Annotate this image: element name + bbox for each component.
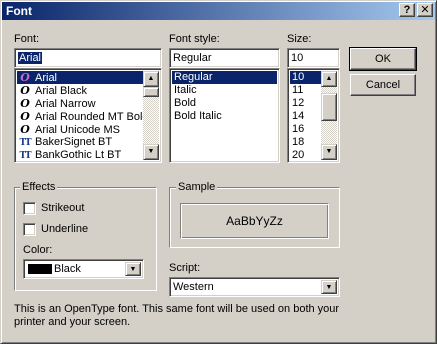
size-input-value: 10 — [291, 52, 304, 64]
color-dropdown[interactable]: Black ▼ — [23, 259, 144, 279]
size-list[interactable]: 10 11 12 14 16 18 20 ▲ ▼ — [287, 68, 340, 163]
strikeout-checkbox[interactable] — [23, 202, 36, 215]
underline-label[interactable]: Underline — [41, 223, 88, 235]
size-label: Size: — [287, 33, 312, 45]
font-style-list-item[interactable]: Bold — [172, 97, 277, 110]
scroll-down-button[interactable]: ▼ — [321, 144, 337, 160]
truetype-icon: TT — [19, 151, 31, 161]
underline-checkbox[interactable] — [23, 223, 36, 236]
font-list-item[interactable]: O Arial Narrow — [17, 97, 159, 110]
font-description: This is an OpenType font. This same font… — [14, 303, 340, 328]
font-list-item-label: Arial — [35, 72, 58, 84]
scroll-up-button[interactable]: ▲ — [321, 71, 337, 87]
sample-title: Sample — [176, 181, 218, 193]
font-list-item[interactable]: O Arial — [17, 71, 159, 84]
opentype-icon: O — [20, 84, 30, 97]
font-list-item[interactable]: TT BakerSignet BT — [17, 136, 159, 149]
font-style-list[interactable]: Regular Italic Bold Bold Italic — [169, 68, 280, 163]
title-bar[interactable]: Font ? ✕ — [0, 0, 437, 20]
arrow-up-icon: ▲ — [147, 75, 155, 82]
font-input[interactable]: Arial — [14, 48, 162, 68]
font-list-item[interactable]: O Arial Black — [17, 84, 159, 97]
script-dropdown-button[interactable]: ▼ — [321, 280, 337, 294]
script-dropdown[interactable]: Western ▼ — [169, 277, 340, 297]
color-value: Black — [54, 263, 81, 275]
opentype-icon: O — [20, 71, 30, 84]
color-dropdown-button[interactable]: ▼ — [125, 262, 141, 276]
font-style-label: Font style: — [169, 33, 220, 45]
scroll-thumb[interactable] — [321, 93, 337, 121]
font-list-item-label: BakerSignet BT — [35, 136, 113, 148]
font-style-list-item[interactable]: Regular — [172, 71, 277, 84]
font-list[interactable]: O Arial O Arial Black O Arial Narrow O Arial Ro… — [14, 68, 162, 163]
scroll-up-button[interactable]: ▲ — [143, 71, 159, 87]
color-swatch — [28, 264, 52, 274]
ok-button[interactable]: OK — [349, 47, 417, 71]
font-list-item-label: BankGothic Lt BT — [35, 149, 122, 161]
cancel-button[interactable]: Cancel — [350, 74, 416, 96]
font-style-list-item[interactable]: Bold Italic — [172, 110, 277, 123]
font-list-scrollbar[interactable]: ▲ ▼ — [143, 71, 159, 160]
font-label: Font: — [14, 33, 40, 45]
size-input[interactable]: 10 — [287, 48, 340, 68]
font-list-item-label: Arial Black — [35, 85, 87, 97]
font-list-item-label: Arial Unicode MS — [35, 124, 120, 136]
font-style-input-value: Regular — [173, 52, 212, 64]
font-list-item[interactable]: O Arial Rounded MT Bold — [17, 110, 159, 123]
opentype-icon: O — [20, 97, 30, 110]
script-value: Western — [173, 281, 214, 293]
font-list-item-label: Arial Narrow — [35, 98, 96, 110]
opentype-icon: O — [20, 123, 30, 136]
window-title: Font — [6, 4, 32, 18]
scroll-down-button[interactable]: ▼ — [143, 144, 159, 160]
help-button[interactable]: ? — [399, 3, 415, 17]
font-input-value: Arial — [18, 52, 43, 64]
font-style-list-item[interactable]: Italic — [172, 84, 277, 97]
script-label: Script: — [169, 262, 201, 274]
strikeout-label[interactable]: Strikeout — [41, 202, 84, 214]
opentype-icon: O — [20, 110, 30, 123]
scroll-thumb[interactable] — [143, 87, 159, 97]
arrow-down-icon: ▼ — [147, 148, 155, 155]
chevron-down-icon: ▼ — [325, 284, 333, 291]
font-list-item-label: Arial Rounded MT Bold — [35, 111, 149, 123]
font-list-item[interactable]: TT BankGothic Lt BT — [17, 149, 159, 162]
arrow-down-icon: ▼ — [325, 148, 333, 155]
close-icon: ✕ — [420, 4, 430, 16]
chevron-down-icon: ▼ — [129, 266, 137, 273]
sample-preview: AaBbYyZz — [180, 203, 329, 239]
effects-title: Effects — [20, 181, 58, 193]
font-style-input[interactable]: Regular — [169, 48, 280, 68]
font-list-item[interactable]: O Arial Unicode MS — [17, 123, 159, 136]
arrow-up-icon: ▲ — [325, 75, 333, 82]
color-label: Color: — [23, 244, 53, 256]
close-button[interactable]: ✕ — [417, 3, 433, 17]
size-list-scrollbar[interactable]: ▲ ▼ — [321, 71, 337, 160]
